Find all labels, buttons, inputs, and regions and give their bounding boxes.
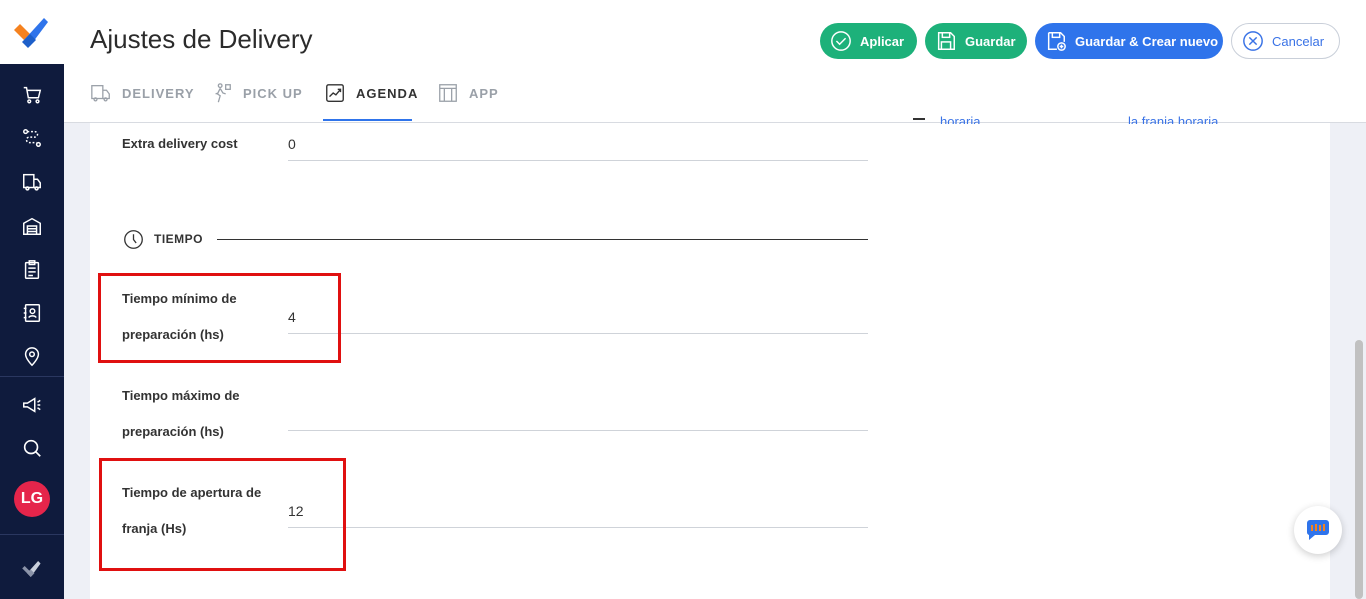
chat-icon xyxy=(1306,520,1329,540)
sidebar: LG xyxy=(0,0,64,599)
cut-checkbox-edge xyxy=(913,118,925,120)
save-and-new-button[interactable]: Guardar & Crear nuevo xyxy=(1035,23,1223,59)
megaphone-icon[interactable] xyxy=(19,392,45,418)
user-avatar[interactable]: LG xyxy=(14,481,50,517)
section-title-tiempo: TIEMPO xyxy=(154,232,204,246)
logo-icon xyxy=(14,18,48,48)
max-prep-label-line1: Tiempo máximo de xyxy=(122,388,240,403)
sidebar-divider-bottom xyxy=(0,534,64,535)
tab-label: DELIVERY xyxy=(122,85,195,101)
close-circle-icon xyxy=(1243,31,1263,51)
cut-link-text: la franja horaria xyxy=(1128,114,1219,124)
highlight-box xyxy=(98,273,341,363)
cart-icon[interactable] xyxy=(19,82,45,108)
app-window-icon xyxy=(439,84,457,102)
floppy-disk-plus-icon xyxy=(1047,32,1066,51)
input-underline xyxy=(288,430,868,431)
app-logo[interactable] xyxy=(0,0,64,64)
truck-icon xyxy=(91,85,110,102)
extra-delivery-cost-label: Extra delivery cost xyxy=(122,136,238,151)
search-icon[interactable] xyxy=(19,435,45,461)
highlight-box xyxy=(99,458,346,571)
check-circle-icon xyxy=(831,31,851,51)
tab-pick-up[interactable]: PICK UP xyxy=(211,64,303,122)
sidebar-divider xyxy=(0,376,64,377)
page-title: Ajustes de Delivery xyxy=(90,24,313,54)
section-divider xyxy=(217,239,868,240)
active-tab-indicator xyxy=(323,119,412,121)
save-button[interactable]: Guardar xyxy=(925,23,1027,59)
max-prep-label-line2: preparación (hs) xyxy=(122,424,224,439)
save-button-label: Guardar xyxy=(965,33,1016,49)
route-icon[interactable] xyxy=(19,125,45,151)
input-underline xyxy=(288,333,868,334)
cancel-button-label: Cancelar xyxy=(1272,33,1325,49)
person-walking-icon xyxy=(215,83,231,103)
clock-icon xyxy=(124,230,143,249)
delivery-truck-icon[interactable] xyxy=(19,169,45,195)
tab-delivery[interactable]: DELIVERY xyxy=(90,64,195,122)
input-underline xyxy=(288,160,868,161)
warehouse-icon[interactable] xyxy=(19,213,45,239)
trend-chart-icon xyxy=(326,84,344,102)
brand-mark-icon xyxy=(14,552,50,586)
cancel-button[interactable]: Cancelar xyxy=(1231,23,1340,59)
tab-app[interactable]: APP xyxy=(437,64,499,122)
scrollbar-thumb[interactable] xyxy=(1355,340,1363,599)
save-and-new-button-label: Guardar & Crear nuevo xyxy=(1075,33,1219,49)
tab-agenda[interactable]: AGENDA xyxy=(324,64,418,122)
cut-link-text: horaria xyxy=(940,114,981,124)
tab-label: AGENDA xyxy=(356,85,419,101)
clipboard-icon[interactable] xyxy=(19,257,45,283)
tab-label: APP xyxy=(469,85,499,101)
input-underline xyxy=(288,527,868,528)
location-pin-icon[interactable] xyxy=(19,344,45,370)
apply-button[interactable]: Aplicar xyxy=(820,23,917,59)
tab-label: PICK UP xyxy=(243,85,303,101)
chat-widget-button[interactable] xyxy=(1294,506,1342,554)
extra-delivery-cost-input[interactable]: 0 xyxy=(288,136,296,152)
contacts-icon[interactable] xyxy=(19,300,45,326)
floppy-disk-icon xyxy=(937,32,955,50)
apply-button-label: Aplicar xyxy=(860,33,905,49)
